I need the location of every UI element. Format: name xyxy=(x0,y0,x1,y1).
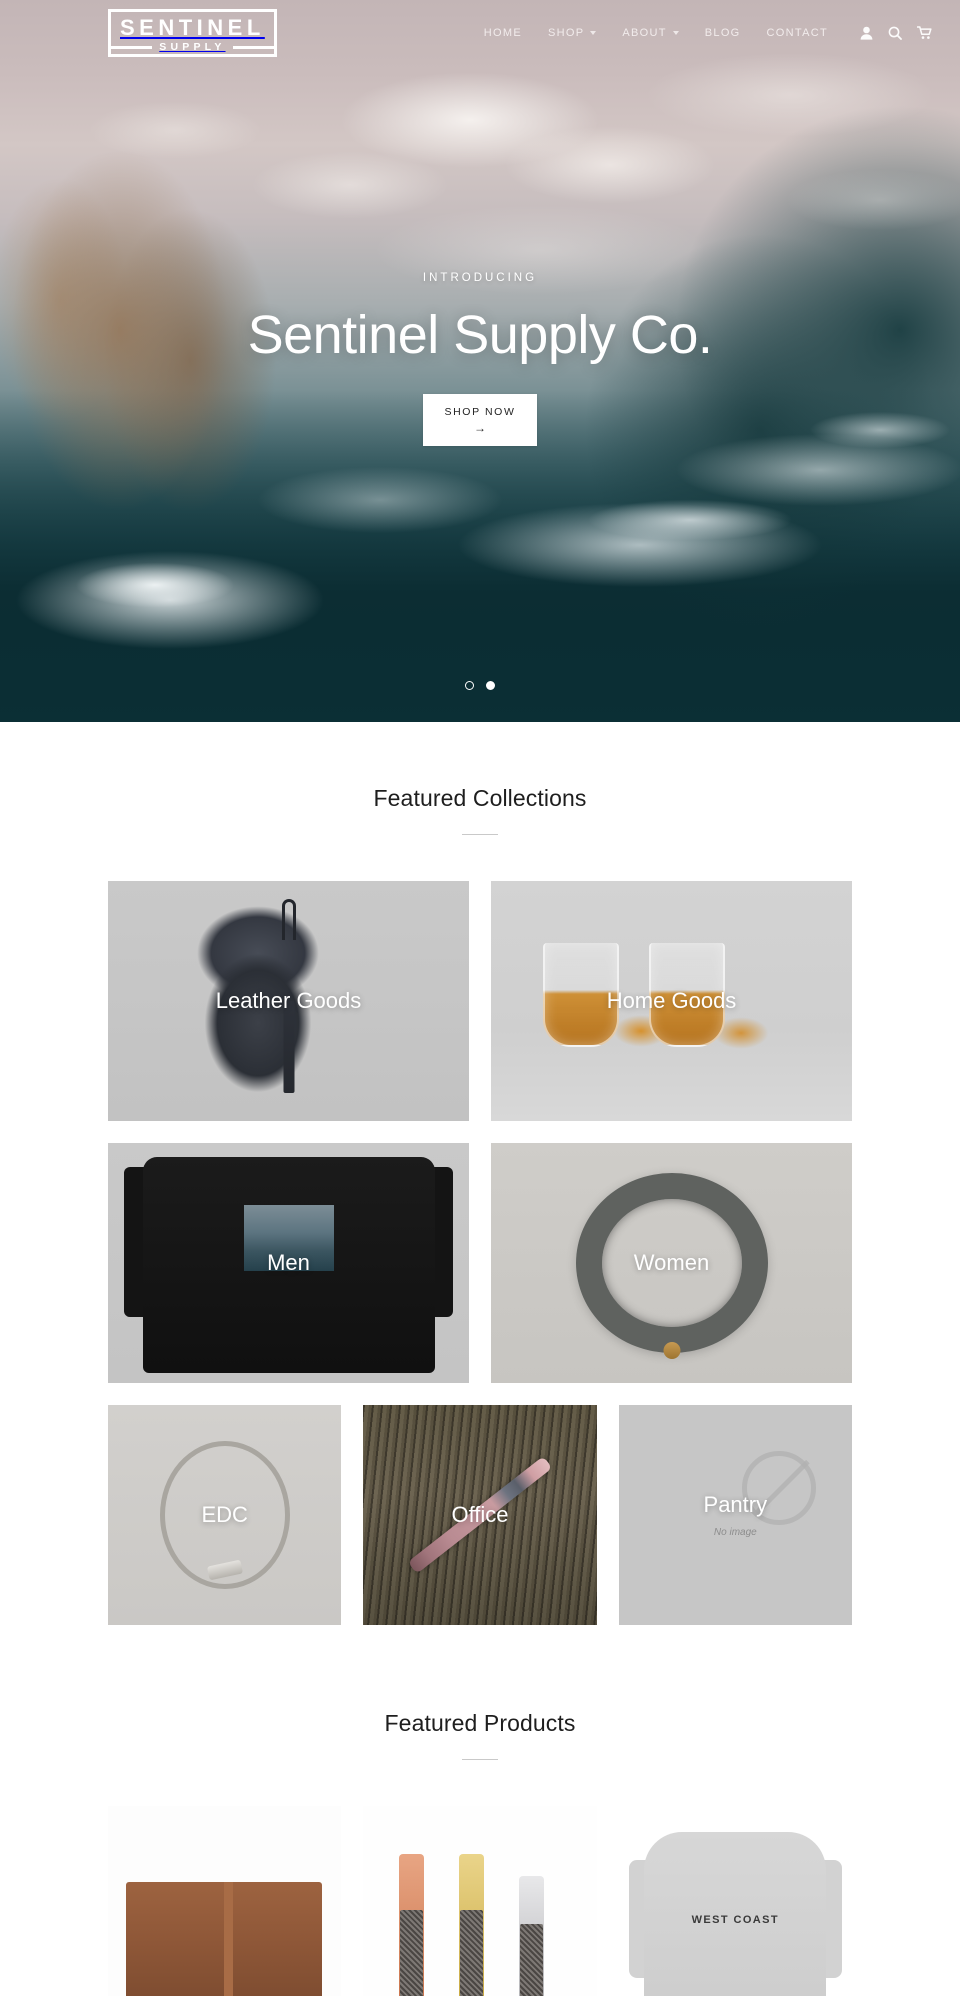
product-card-metal-pens[interactable] xyxy=(363,1806,597,1996)
product-image-west-coast-sweatshirt: WEST COAST xyxy=(618,1806,852,1996)
nav-item-about[interactable]: ABOUT xyxy=(622,27,679,39)
nav-item-blog[interactable]: BLOG xyxy=(705,27,741,39)
collections-header: Featured Collections xyxy=(0,722,960,835)
nav-label: ABOUT xyxy=(622,27,667,39)
collection-card-leather-goods[interactable]: Leather Goods xyxy=(108,881,469,1121)
collection-card-edc[interactable]: EDC xyxy=(108,1405,342,1625)
collections-title: Featured Collections xyxy=(373,785,587,811)
products-row: WEST COAST xyxy=(108,1806,852,1996)
sweatshirt-chest-text: WEST COAST xyxy=(691,1914,779,1926)
cart-icon[interactable] xyxy=(917,26,932,40)
chevron-down-icon xyxy=(672,31,679,35)
collection-card-men[interactable]: Men xyxy=(108,1143,469,1383)
site-header: SENTINEL SUPPLY HOME SHOP ABOUT BLOG CON… xyxy=(0,0,960,66)
products-header: Featured Products xyxy=(0,1647,960,1760)
collection-label: EDC xyxy=(201,1502,248,1527)
search-icon[interactable] xyxy=(888,26,902,40)
featured-collections-section: Featured Collections Leather Goods Home … xyxy=(0,722,960,1625)
products-title: Featured Products xyxy=(384,1710,576,1736)
hero-title: Sentinel Supply Co. xyxy=(247,305,713,365)
collection-label: Women xyxy=(633,1250,710,1275)
homepage: SENTINEL SUPPLY HOME SHOP ABOUT BLOG CON… xyxy=(0,0,960,1996)
slider-dot-2[interactable] xyxy=(486,681,495,690)
no-image-text: No image xyxy=(713,1527,757,1538)
collection-card-women[interactable]: Women xyxy=(491,1143,852,1383)
main-navigation: HOME SHOP ABOUT BLOG CONTACT xyxy=(484,26,932,40)
collection-label: Home Goods xyxy=(606,988,737,1013)
nav-label: SHOP xyxy=(547,27,585,39)
logo-rule-right xyxy=(232,45,276,49)
collection-card-home-goods[interactable]: Home Goods xyxy=(491,881,852,1121)
nav-label: HOME xyxy=(483,27,522,39)
logo-rule-left xyxy=(109,45,153,49)
collections-row-1: Leather Goods Home Goods xyxy=(108,881,852,1121)
site-logo[interactable]: SENTINEL SUPPLY xyxy=(108,8,277,58)
nav-label: BLOG xyxy=(704,27,741,39)
header-icon-group xyxy=(860,26,932,40)
hero-content: INTRODUCING Sentinel Supply Co. SHOP NOW… xyxy=(0,272,960,446)
product-card-west-coast-sweatshirt[interactable]: WEST COAST xyxy=(618,1806,852,1996)
collection-card-pantry[interactable]: Pantry No image xyxy=(618,1405,852,1625)
collections-row-3: EDC Office Pantry No image xyxy=(108,1405,852,1625)
nav-label: CONTACT xyxy=(766,27,828,39)
logo-secondary-text: SUPPLY xyxy=(159,40,226,53)
products-grid: WEST COAST xyxy=(108,1760,852,1996)
product-card-leather-wallet[interactable] xyxy=(108,1806,342,1996)
collection-card-office[interactable]: Office xyxy=(363,1405,597,1625)
collection-label: Leather Goods xyxy=(215,988,362,1013)
arrow-right-icon: → xyxy=(473,421,486,435)
hero-banner: SENTINEL SUPPLY HOME SHOP ABOUT BLOG CON… xyxy=(0,0,960,722)
nav-item-contact[interactable]: CONTACT xyxy=(767,27,828,39)
collection-label: Men xyxy=(267,1250,310,1275)
product-image-leather-wallet xyxy=(108,1806,342,1996)
collection-label: Pantry xyxy=(703,1492,768,1517)
featured-products-section: Featured Products WEST COAST xyxy=(0,1647,960,1996)
collections-row-2: Men Women xyxy=(108,1143,852,1383)
hero-eyebrow: INTRODUCING xyxy=(422,272,538,284)
collection-label-wrap: Pantry No image xyxy=(619,1405,852,1625)
logo-secondary-row: SUPPLY xyxy=(109,42,276,53)
chevron-down-icon xyxy=(590,31,597,35)
nav-item-shop[interactable]: SHOP xyxy=(547,27,597,39)
collection-label: Office xyxy=(451,1502,509,1527)
nav-item-home[interactable]: HOME xyxy=(484,27,522,39)
slider-dot-1[interactable] xyxy=(465,681,474,690)
product-image-metal-pens xyxy=(363,1806,597,1996)
hero-slider-dots xyxy=(0,681,960,690)
shop-now-label: SHOP NOW xyxy=(444,406,516,418)
account-icon[interactable] xyxy=(860,26,873,40)
collections-grid: Leather Goods Home Goods Men Women EDC O… xyxy=(108,835,852,1625)
logo-primary-text: SENTINEL xyxy=(120,14,265,40)
shop-now-button[interactable]: SHOP NOW → xyxy=(422,394,538,446)
